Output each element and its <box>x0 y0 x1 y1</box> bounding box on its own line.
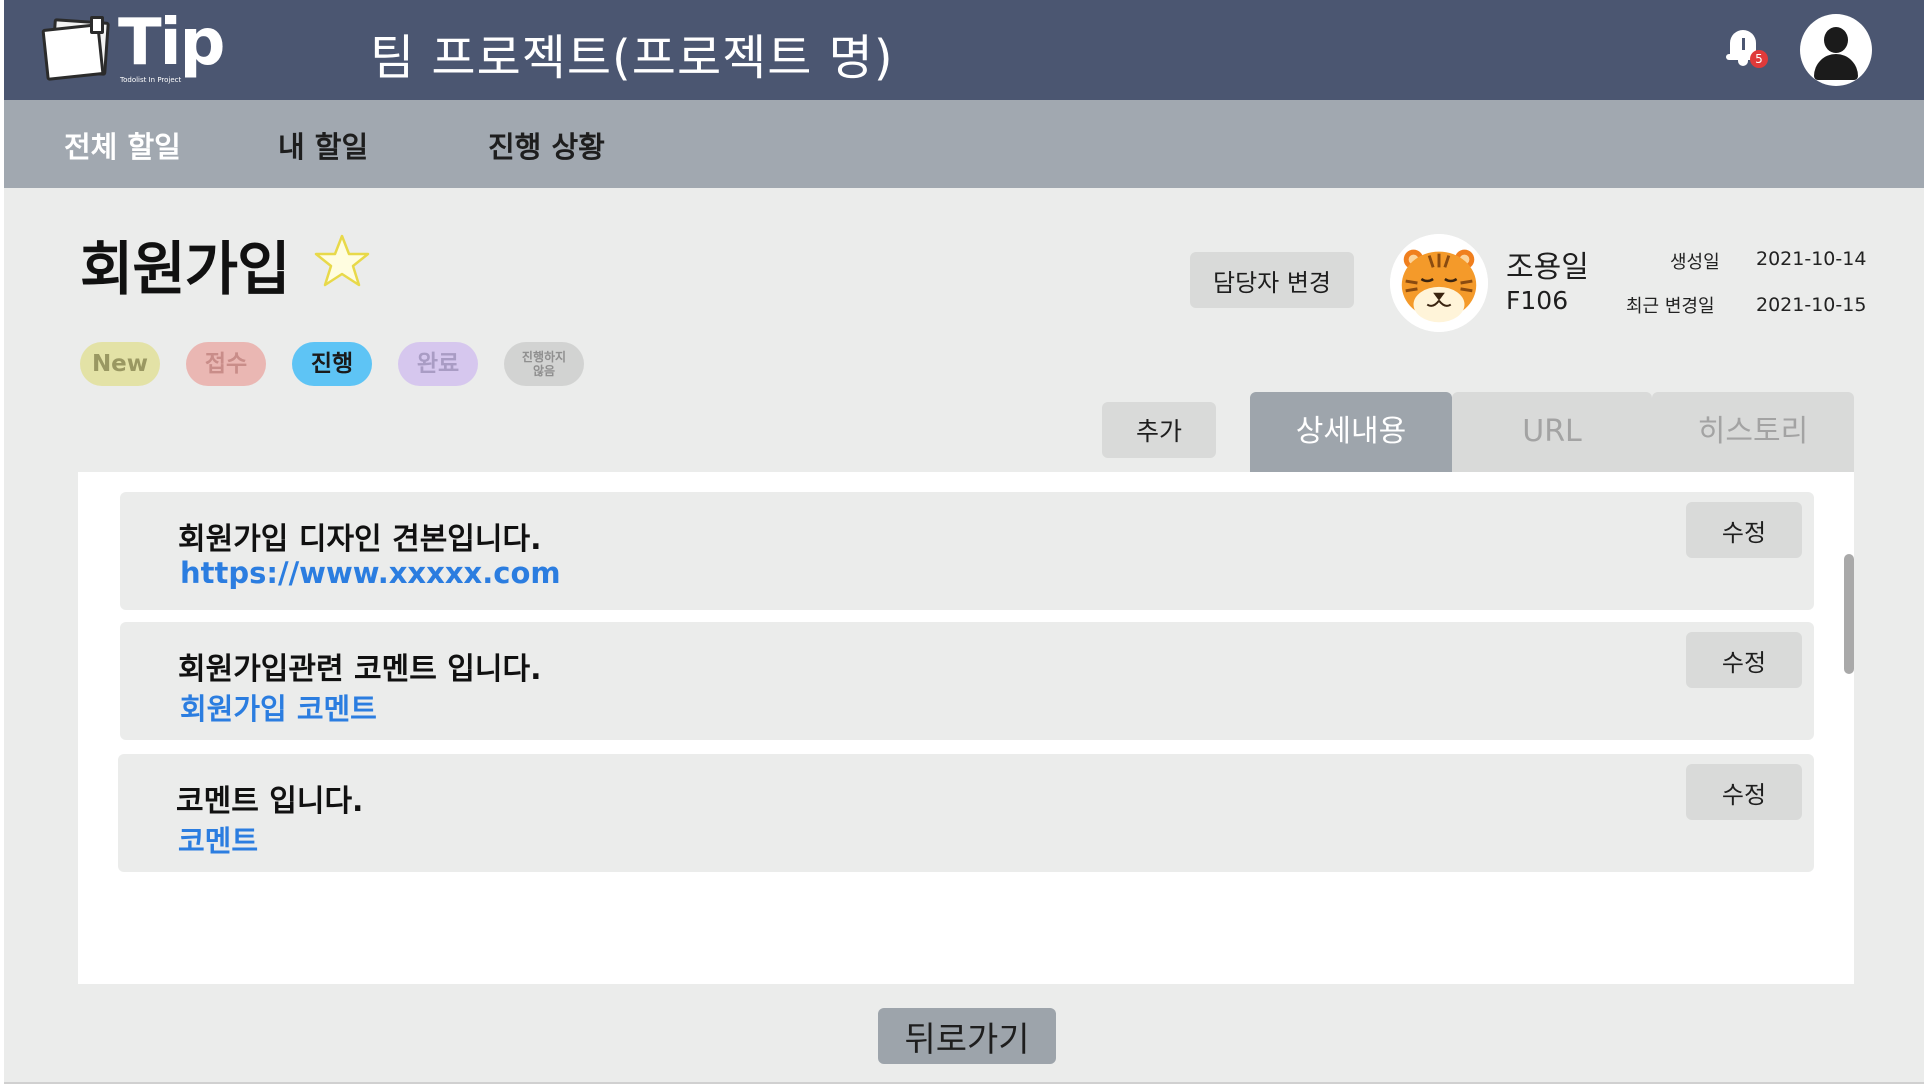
status-pill-received[interactable]: 접수 <box>186 342 266 386</box>
logo-subtext: Todolist In Project <box>120 76 182 84</box>
header-bar: Tip Todolist In Project 팀 프로젝트(프로젝트 명) 5 <box>4 0 1924 100</box>
main-nav: 전체 할일 내 할일 진행 상황 <box>4 100 1924 188</box>
status-pill-done[interactable]: 완료 <box>398 342 478 386</box>
detail-link[interactable]: https://www.xxxxx.com <box>180 556 561 590</box>
edit-button[interactable]: 수정 <box>1686 502 1802 558</box>
status-pill-in-progress[interactable]: 진행 <box>292 342 372 386</box>
nav-progress[interactable]: 진행 상황 <box>488 124 605 166</box>
edit-button[interactable]: 수정 <box>1686 764 1802 820</box>
assignee-name: 조용일 <box>1506 250 1589 285</box>
assignee-code: F106 <box>1506 286 1569 315</box>
detail-card: 회원가입 디자인 견본입니다. https://www.xxxxx.com 수정 <box>120 492 1814 610</box>
nav-my-tasks[interactable]: 내 할일 <box>278 124 368 166</box>
notification-count-badge: 5 <box>1750 50 1768 68</box>
app-frame: Tip Todolist In Project 팀 프로젝트(프로젝트 명) 5… <box>4 0 1924 1084</box>
status-pill-not-in-progress[interactable]: 진행하지 않음 <box>504 342 584 386</box>
tab-url[interactable]: URL <box>1452 392 1652 472</box>
edit-button[interactable]: 수정 <box>1686 632 1802 688</box>
tip-logo[interactable]: Tip Todolist In Project <box>38 6 234 88</box>
assignee-avatar-tiger[interactable] <box>1390 234 1488 332</box>
updated-label: 최근 변경일 <box>1626 296 1715 317</box>
user-profile-icon[interactable] <box>1800 14 1872 86</box>
add-button[interactable]: 추가 <box>1102 402 1216 458</box>
detail-link[interactable]: 회원가입 코멘트 <box>180 686 377 728</box>
status-pill-new[interactable]: New <box>80 342 160 386</box>
updated-date: 2021-10-15 <box>1756 294 1867 316</box>
created-label: 생성일 <box>1670 252 1720 273</box>
project-title: 팀 프로젝트(프로젝트 명) <box>370 30 894 86</box>
detail-card: 회원가입관련 코멘트 입니다. 회원가입 코멘트 수정 <box>120 622 1814 740</box>
tab-details[interactable]: 상세내용 <box>1250 392 1452 472</box>
detail-link[interactable]: 코멘트 <box>178 818 258 860</box>
logo-text: Tip <box>118 6 225 80</box>
detail-text: 회원가입관련 코멘트 입니다. <box>178 652 542 687</box>
details-panel: 회원가입 디자인 견본입니다. https://www.xxxxx.com 수정… <box>78 472 1854 984</box>
tab-history[interactable]: 히스토리 <box>1652 392 1854 472</box>
favorite-star-icon[interactable] <box>312 232 372 292</box>
created-date: 2021-10-14 <box>1756 248 1867 270</box>
notification-bell-icon[interactable]: 5 <box>1722 24 1768 72</box>
detail-card: 코멘트 입니다. 코멘트 수정 <box>118 754 1814 872</box>
panel-scrollbar[interactable] <box>1844 554 1854 674</box>
detail-text: 회원가입 디자인 견본입니다. <box>178 522 542 557</box>
change-assignee-button[interactable]: 담당자 변경 <box>1190 252 1354 308</box>
nav-all-tasks[interactable]: 전체 할일 <box>64 124 181 166</box>
back-button[interactable]: 뒤로가기 <box>878 1008 1056 1064</box>
detail-text: 코멘트 입니다. <box>176 784 364 819</box>
task-title: 회원가입 <box>80 235 290 303</box>
